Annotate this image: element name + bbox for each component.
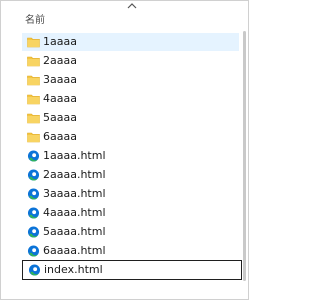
item-label: 4aaaa.html [43, 206, 106, 219]
edge-html-icon [27, 188, 40, 200]
item-label: 3aaaa [43, 73, 77, 86]
item-label: 6aaaa [43, 130, 77, 143]
edge-html-icon [28, 264, 41, 276]
item-label: 3aaaa.html [43, 187, 106, 200]
folder-icon [27, 113, 40, 124]
item-label: index.html [44, 263, 103, 276]
folder-icon [27, 94, 40, 105]
vertical-scrollbar[interactable] [243, 31, 246, 281]
list-item-file[interactable]: 4aaaa.html [22, 204, 239, 222]
item-label: 4aaaa [43, 92, 77, 105]
list-item-folder[interactable]: 5aaaa [22, 109, 239, 127]
item-label: 2aaaa [43, 54, 77, 67]
edge-html-icon [27, 245, 40, 257]
folder-icon [27, 37, 40, 48]
folder-icon [27, 56, 40, 67]
list-item-file-rename[interactable]: index.html [22, 260, 242, 280]
item-label: 1aaaa.html [43, 149, 106, 162]
list-item-folder[interactable]: 2aaaa [22, 52, 239, 70]
list-item-file[interactable]: 1aaaa.html [22, 147, 239, 165]
item-label: 2aaaa.html [43, 168, 106, 181]
sort-chevron-up-icon[interactable] [127, 2, 137, 10]
column-header: 名前 [1, 1, 250, 27]
column-name-header[interactable]: 名前 [25, 11, 45, 26]
item-label: 5aaaa.html [43, 225, 106, 238]
explorer-file-list: 名前 1aaaa 2aaaa 3aaaa 4aaaa 5aaaa 6aaaa 1… [0, 0, 249, 300]
list-item-file[interactable]: 3aaaa.html [22, 185, 239, 203]
edge-html-icon [27, 226, 40, 238]
rename-box[interactable]: index.html [22, 260, 242, 280]
item-label: 5aaaa [43, 111, 77, 124]
list-item-folder[interactable]: 1aaaa [22, 33, 239, 51]
edge-html-icon [27, 207, 40, 219]
list-item-folder[interactable]: 6aaaa [22, 128, 239, 146]
list-item-folder[interactable]: 3aaaa [22, 71, 239, 89]
item-label: 6aaaa.html [43, 244, 106, 257]
folder-icon [27, 132, 40, 143]
list-item-file[interactable]: 2aaaa.html [22, 166, 239, 184]
folder-icon [27, 75, 40, 86]
list-item-folder[interactable]: 4aaaa [22, 90, 239, 108]
edge-html-icon [27, 150, 40, 162]
list-item-file[interactable]: 5aaaa.html [22, 223, 239, 241]
list-item-file[interactable]: 6aaaa.html [22, 242, 239, 260]
item-label: 1aaaa [43, 35, 77, 48]
edge-html-icon [27, 169, 40, 181]
